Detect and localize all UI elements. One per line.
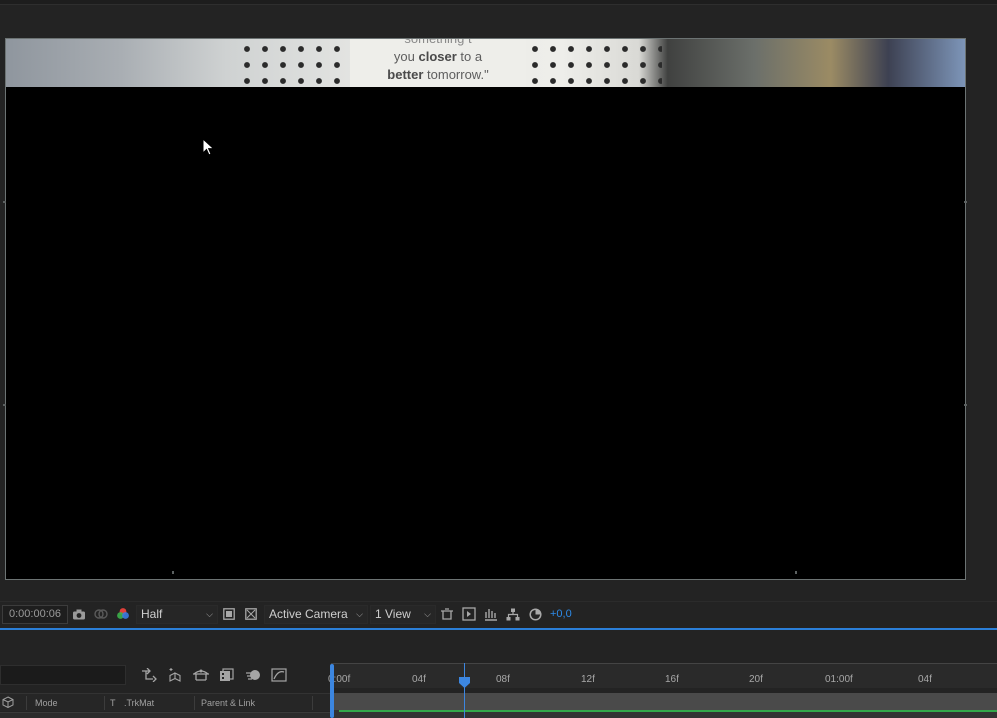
flowchart-icon[interactable]: [502, 604, 524, 624]
mouse-cursor-icon: [202, 138, 215, 156]
t-column-header[interactable]: T: [110, 698, 116, 708]
quote-line-2: you closer to a: [350, 48, 526, 66]
timeline-switches: [138, 664, 290, 686]
composition-viewer[interactable]: something t you closer to a better tomor…: [0, 6, 997, 600]
draft-3d-icon[interactable]: [164, 664, 186, 686]
frame-blending-icon[interactable]: [216, 664, 238, 686]
exposure-value[interactable]: +0,0: [550, 608, 572, 620]
show-snapshot-icon[interactable]: [90, 604, 112, 624]
playhead-icon[interactable]: [458, 676, 471, 689]
layer-column-headers: Mode T .TrkMat Parent & Link: [0, 693, 330, 711]
timeline-toggle-icon[interactable]: [480, 604, 502, 624]
title-safe-mark: [964, 404, 967, 406]
toggle-pixel-aspect-icon[interactable]: [436, 604, 458, 624]
layer-duration-bar[interactable]: [339, 710, 997, 712]
column-divider: [26, 696, 27, 710]
panel-top-strip: [0, 0, 997, 5]
quote-line-2-start: you: [393, 49, 419, 64]
title-safe-mark: [964, 201, 967, 203]
motion-blur-icon[interactable]: [242, 664, 264, 686]
composition-frame[interactable]: something t you closer to a better tomor…: [5, 38, 966, 580]
graph-editor-icon[interactable]: [268, 664, 290, 686]
camera-view-value: Active Camera: [269, 607, 348, 621]
quote-line-3: better tomorrow.": [350, 66, 526, 84]
parent-link-column-header[interactable]: Parent & Link: [201, 698, 255, 708]
region-of-interest-icon[interactable]: [218, 604, 240, 624]
fast-preview-icon[interactable]: [458, 604, 480, 624]
ruler-label: 04f: [412, 674, 426, 685]
shy-layers-icon[interactable]: [190, 664, 212, 686]
mode-column-header[interactable]: Mode: [35, 698, 58, 708]
quote-line-1: something t: [404, 38, 472, 46]
view-layout-dropdown[interactable]: 1 View ⌵: [370, 604, 436, 624]
composition-mini-flowchart-icon[interactable]: [138, 664, 160, 686]
reset-exposure-icon[interactable]: [524, 604, 546, 624]
ruler-label: 12f: [581, 674, 595, 685]
ruler-label: 20f: [749, 674, 763, 685]
timeline-panel: 0:00f 04f 08f 12f 16f 20f 01:00f 04f Mod…: [0, 630, 997, 718]
layer-duration-track[interactable]: [331, 710, 997, 718]
ruler-label: 01:00f: [825, 674, 853, 685]
column-divider: [312, 696, 313, 710]
resolution-dropdown[interactable]: Half ⌵: [136, 604, 218, 624]
work-area-bar[interactable]: [331, 693, 997, 710]
chevron-down-icon: ⌵: [424, 608, 431, 619]
title-safe-mark: [795, 571, 797, 574]
ruler-label: 08f: [496, 674, 510, 685]
trkmat-column-header[interactable]: .TrkMat: [124, 698, 154, 708]
title-safe-mark: [3, 404, 6, 406]
title-safe-mark: [172, 571, 174, 574]
footage-quote: something t you closer to a better tomor…: [350, 39, 526, 87]
black-solid-layer: [6, 87, 965, 579]
camera-icon[interactable]: [68, 604, 90, 624]
view-layout-value: 1 View: [375, 607, 411, 621]
column-divider: [194, 696, 195, 710]
quote-line-2-bold: closer: [418, 49, 457, 64]
layer-row[interactable]: [0, 712, 330, 718]
quote-line-2-end: to a: [456, 49, 483, 64]
time-ruler[interactable]: 0:00f 04f 08f 12f 16f 20f 01:00f 04f: [328, 663, 997, 688]
current-time-display[interactable]: 0:00:00:06: [2, 604, 68, 624]
quote-line-3-end: tomorrow.": [423, 67, 489, 82]
column-divider: [104, 696, 105, 710]
rgb-channels-icon[interactable]: [112, 604, 134, 624]
layer-search-input[interactable]: [0, 665, 126, 685]
camera-view-dropdown[interactable]: Active Camera ⌵: [264, 604, 368, 624]
chevron-down-icon: ⌵: [206, 608, 213, 619]
ruler-label: 04f: [918, 674, 932, 685]
footage-layer: something t you closer to a better tomor…: [6, 39, 965, 87]
quote-line-3-bold: better: [387, 67, 424, 82]
current-time-indicator-line[interactable]: [464, 663, 465, 718]
transparency-grid-icon[interactable]: [240, 604, 262, 624]
work-area-start-handle[interactable]: [330, 664, 334, 718]
label-column-icon[interactable]: [2, 696, 14, 710]
title-safe-mark: [3, 201, 6, 203]
viewer-toolbar: 0:00:00:06 Half ⌵ Active Camera ⌵ 1 View…: [0, 601, 997, 626]
ruler-label: 16f: [665, 674, 679, 685]
chevron-down-icon: ⌵: [356, 608, 363, 619]
resolution-value: Half: [141, 607, 163, 621]
